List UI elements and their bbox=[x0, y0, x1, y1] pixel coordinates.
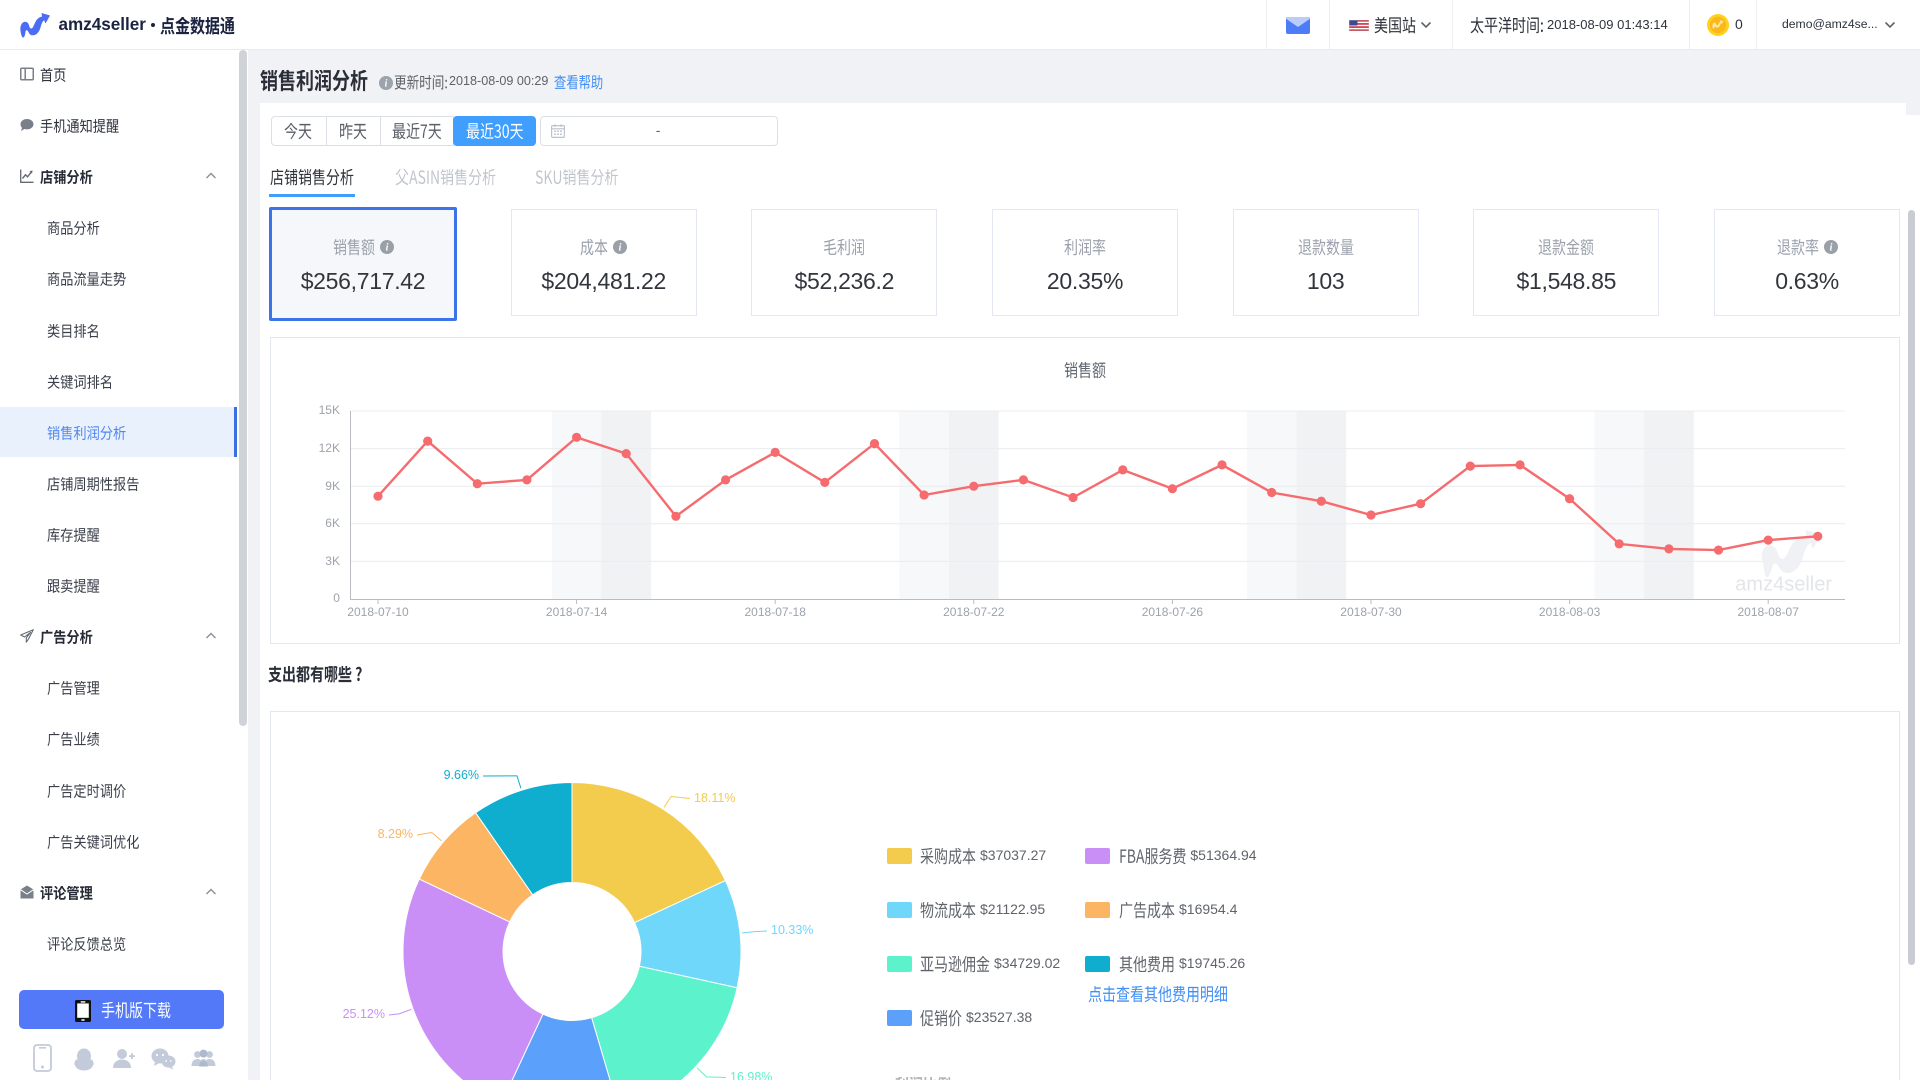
svg-text:i: i bbox=[385, 243, 388, 254]
svg-text:i: i bbox=[385, 78, 388, 89]
svg-text:i: i bbox=[1829, 243, 1832, 254]
svg-text:i: i bbox=[619, 243, 622, 254]
svg-text:amz4seller: amz4seller bbox=[1735, 574, 1832, 596]
